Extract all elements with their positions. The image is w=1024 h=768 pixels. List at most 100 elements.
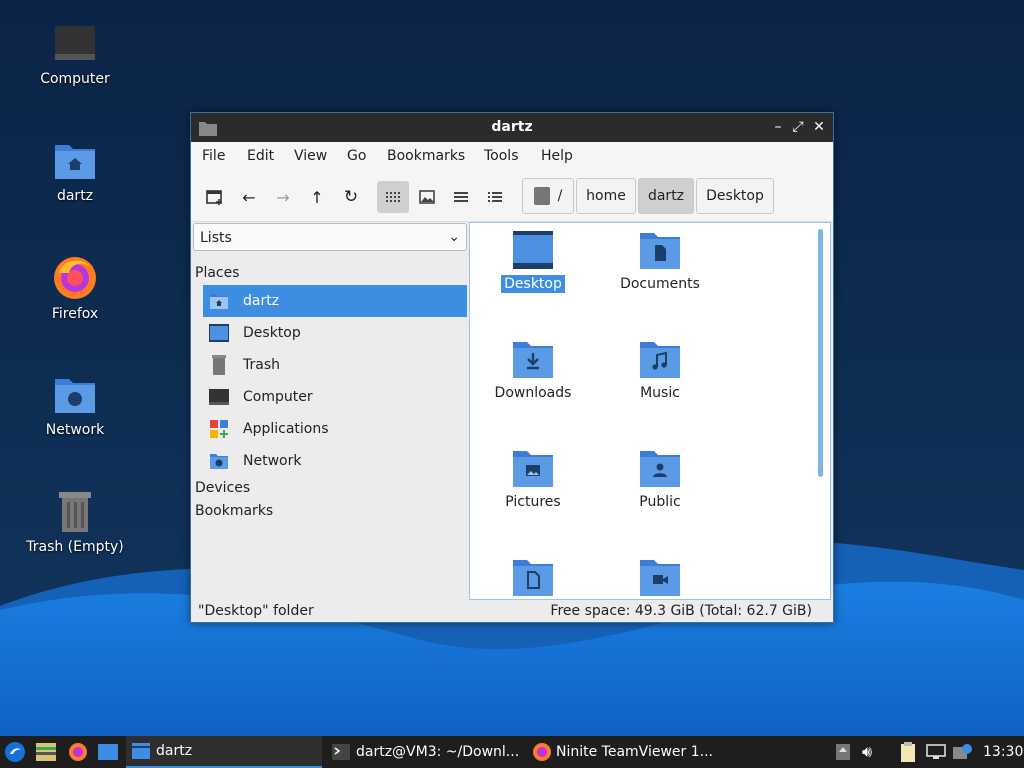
tray-network[interactable]: [926, 736, 948, 768]
task-label: Ninite TeamViewer 1...: [556, 744, 713, 760]
devices-heading[interactable]: Devices: [195, 480, 250, 496]
arrow-up-icon: ↑: [310, 187, 324, 207]
forward-button[interactable]: →: [267, 181, 299, 213]
breadcrumb-dartz[interactable]: dartz: [638, 178, 694, 214]
home-folder-icon: [55, 145, 95, 179]
minimize-button[interactable]: –: [769, 117, 787, 137]
file-item-documents[interactable]: Documents: [600, 231, 720, 293]
tray-volume[interactable]: 🔊︎: [862, 736, 882, 768]
show-desktop-button[interactable]: [98, 736, 122, 768]
launcher-file-manager[interactable]: [36, 736, 60, 768]
music-folder-icon: [640, 342, 680, 378]
breadcrumb-root-label: /: [557, 188, 563, 204]
vertical-scrollbar[interactable]: [818, 229, 823, 477]
firefox-icon: [533, 743, 551, 761]
desktop-icon-firefox[interactable]: Firefox: [20, 253, 130, 323]
status-free-space: Free space: 49.3 GiB (Total: 62.7 GiB): [550, 603, 812, 619]
desktop-icon-dartz[interactable]: dartz: [20, 139, 130, 205]
file-manager-window: dartz – ⤢ ✕ File Edit View Go Bookmarks …: [190, 112, 834, 623]
show-desktop-icon: [98, 744, 118, 760]
start-menu-button[interactable]: [4, 736, 30, 768]
tray-clipboard[interactable]: [900, 736, 920, 768]
sidebar-item-computer[interactable]: Computer: [203, 381, 467, 413]
desktop-icon-trash[interactable]: Trash (Empty): [20, 490, 130, 556]
trash-icon: [212, 355, 226, 375]
compact-view-button[interactable]: [445, 181, 477, 213]
sidebar-item-label: Network: [243, 453, 302, 469]
network-icon: [926, 744, 946, 759]
sidebar-item-desktop[interactable]: Desktop: [203, 317, 467, 349]
menu-view[interactable]: View: [294, 148, 327, 164]
chevron-down-icon: ⌄: [448, 229, 460, 245]
reload-button[interactable]: ↻: [335, 181, 367, 213]
file-item-music[interactable]: Music: [600, 340, 720, 402]
menu-edit[interactable]: Edit: [247, 148, 274, 164]
file-item-videos[interactable]: [600, 558, 720, 599]
bookmarks-heading[interactable]: Bookmarks: [195, 503, 273, 519]
task-ninite-firefox[interactable]: Ninite TeamViewer 1...: [530, 736, 726, 768]
file-item-downloads[interactable]: Downloads: [473, 340, 593, 402]
status-selection: "Desktop" folder: [198, 603, 314, 619]
menu-bookmarks[interactable]: Bookmarks: [387, 148, 465, 164]
file-item-pictures[interactable]: Pictures: [473, 449, 593, 511]
menu-tools[interactable]: Tools: [484, 148, 519, 164]
detailed-view-button[interactable]: [479, 181, 511, 213]
desktop-icon-network[interactable]: Network: [20, 373, 130, 439]
new-tab-button[interactable]: [199, 181, 231, 213]
window-title: dartz: [491, 119, 533, 135]
drive-icon: [533, 187, 550, 205]
trash-icon: [59, 492, 91, 532]
places-heading[interactable]: Places: [195, 265, 240, 281]
desktop-icon-computer[interactable]: Computer: [20, 22, 130, 88]
back-button[interactable]: ←: [233, 181, 265, 213]
sidebar-item-dartz[interactable]: dartz: [203, 285, 467, 317]
file-item-label: Documents: [620, 276, 700, 292]
window-titlebar[interactable]: dartz – ⤢ ✕: [191, 113, 833, 142]
breadcrumb-root[interactable]: /: [522, 178, 574, 214]
home-folder-icon: [210, 294, 228, 309]
public-folder-icon: [640, 451, 680, 487]
sidebar-item-label: dartz: [243, 293, 280, 309]
launcher-firefox[interactable]: [68, 736, 92, 768]
tray-updates[interactable]: [953, 736, 975, 768]
status-bar: "Desktop" folder Free space: 49.3 GiB (T…: [191, 600, 833, 622]
new-tab-icon: [206, 190, 222, 205]
sidebar-item-label: Computer: [243, 389, 313, 405]
breadcrumb-desktop[interactable]: Desktop: [696, 178, 774, 214]
sidebar-item-trash[interactable]: Trash: [203, 349, 467, 381]
breadcrumb-home[interactable]: home: [576, 178, 636, 214]
task-label: dartz: [156, 743, 193, 759]
thumbnail-view-button[interactable]: [411, 181, 443, 213]
computer-icon: [55, 26, 95, 60]
sidebar-item-label: Desktop: [243, 325, 301, 341]
list-icon: [454, 192, 468, 202]
clipboard-icon: [901, 742, 915, 762]
task-terminal[interactable]: dartz@VM3: ~/Downl...: [328, 736, 524, 768]
file-item-desktop[interactable]: Desktop: [473, 231, 593, 293]
icon-view-button[interactable]: [377, 181, 409, 213]
file-item-label: Public: [639, 494, 681, 510]
desktop-icon: [209, 324, 229, 342]
file-item-templates[interactable]: [473, 558, 593, 599]
toolbar: ← → ↑ ↻ / home dartz Desktop: [191, 172, 833, 222]
clock[interactable]: 13:30: [983, 736, 1023, 768]
details-list-icon: [488, 192, 502, 202]
side-pane-mode-select[interactable]: Lists ⌄: [193, 223, 467, 251]
file-icon-view[interactable]: Desktop Documents Downloads Music Pictur…: [469, 222, 831, 600]
sidebar-item-label: Trash: [243, 357, 280, 373]
side-pane: Lists ⌄ Places dartz Desktop Trash Compu…: [191, 222, 467, 600]
firefox-icon: [54, 257, 96, 299]
maximize-button[interactable]: ⤢: [789, 117, 807, 137]
update-notifier-icon: [953, 744, 972, 759]
up-button[interactable]: ↑: [301, 181, 333, 213]
menu-file[interactable]: File: [202, 148, 225, 164]
task-dartz[interactable]: dartz: [126, 736, 322, 768]
sidebar-item-network[interactable]: Network: [203, 445, 467, 477]
close-button[interactable]: ✕: [810, 117, 828, 137]
tray-upload-indicator[interactable]: [836, 736, 852, 768]
network-folder-icon: [55, 379, 95, 413]
sidebar-item-applications[interactable]: Applications: [203, 413, 467, 445]
menu-go[interactable]: Go: [347, 148, 366, 164]
file-item-public[interactable]: Public: [600, 449, 720, 511]
menu-help[interactable]: Help: [541, 148, 573, 164]
